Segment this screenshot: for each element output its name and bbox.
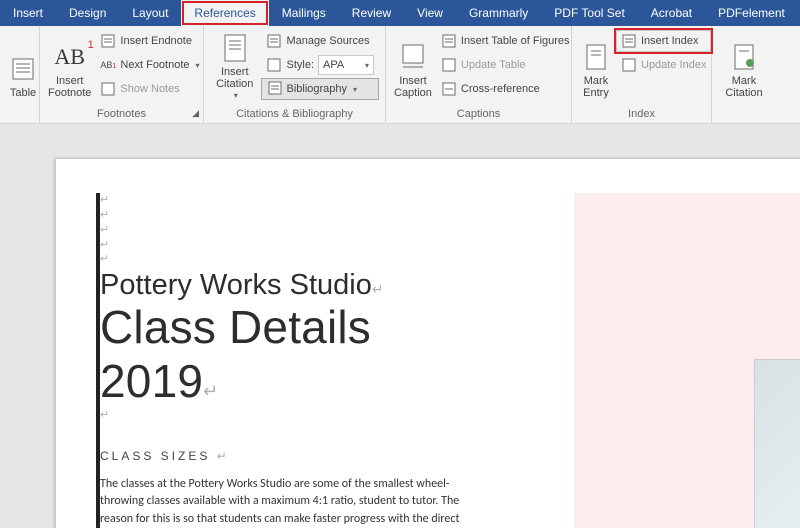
doc-heading-class-sizes: CLASS SIZES ↵ — [100, 449, 490, 464]
tab-review[interactable]: Review — [339, 0, 404, 26]
manage-sources-icon — [266, 33, 282, 49]
insert-endnote-button[interactable]: Insert Endnote — [95, 30, 204, 52]
tab-design[interactable]: Design — [56, 0, 119, 26]
insert-index-label: Insert Index — [641, 35, 698, 47]
group-title-toa — [712, 106, 800, 123]
update-index-button[interactable]: Update Index — [616, 54, 711, 76]
footnote-icon: AB1 — [54, 41, 86, 73]
chevron-down-icon: ▾ — [353, 85, 357, 94]
mark-citation-label: Mark Citation — [725, 75, 762, 100]
doc-title: Class Details 2019↵ — [100, 300, 490, 408]
citation-style-select[interactable]: APA ▾ — [318, 55, 374, 75]
style-icon — [266, 57, 282, 73]
next-footnote-button[interactable]: AB1 Next Footnote ▾ — [95, 54, 204, 76]
manage-sources-button[interactable]: Manage Sources — [261, 30, 379, 52]
group-title-footnotes: Footnotes ◢ — [40, 106, 203, 123]
insert-citation-label: Insert Citation — [216, 66, 253, 91]
mark-citation-icon — [728, 41, 760, 73]
doc-subtitle: Pottery Works Studio↵ — [100, 269, 490, 302]
next-footnote-icon: AB1 — [100, 57, 116, 73]
citation-icon — [219, 32, 251, 64]
insert-caption-button[interactable]: Insert Caption — [392, 30, 434, 100]
tab-acrobat[interactable]: Acrobat — [638, 0, 705, 26]
insert-footnote-button[interactable]: AB1 Insert Footnote — [46, 30, 93, 100]
update-table-of-figures-button[interactable]: Update Table — [436, 54, 575, 76]
chevron-down-icon: ▾ — [365, 61, 369, 70]
chevron-down-icon: ▾ — [234, 91, 238, 100]
show-notes-icon — [100, 81, 116, 97]
tab-mailings[interactable]: Mailings — [269, 0, 339, 26]
bibliography-button[interactable]: Bibliography ▾ — [261, 78, 379, 100]
insert-index-icon — [621, 33, 637, 49]
endnote-icon — [100, 33, 116, 49]
style-label: Style: — [286, 59, 314, 71]
insert-table-of-figures-button[interactable]: Insert Table of Figures — [436, 30, 575, 52]
tab-grammarly[interactable]: Grammarly — [456, 0, 541, 26]
bibliography-label: Bibliography — [286, 83, 347, 95]
insert-index-button[interactable]: Insert Index — [616, 30, 711, 52]
citation-style-row: Style: APA ▾ — [261, 54, 379, 76]
ribbon: Table AB1 Insert Footnote Insert Endnote… — [0, 26, 800, 124]
paragraph-marks-2: ↵ — [100, 408, 490, 423]
update-table-label: Table — [10, 87, 36, 100]
update-table-of-figures-label: Update Table — [461, 59, 526, 71]
insert-citation-button[interactable]: Insert Citation ▾ — [210, 30, 259, 100]
insert-table-of-figures-label: Insert Table of Figures — [461, 35, 570, 47]
show-notes-label: Show Notes — [120, 83, 179, 95]
tab-insert[interactable]: Insert — [0, 0, 56, 26]
bibliography-icon — [268, 81, 282, 98]
footnotes-launcher-icon[interactable]: ◢ — [192, 108, 199, 119]
group-title-toc — [0, 106, 39, 123]
tab-pdf-tool-set[interactable]: PDF Tool Set — [541, 0, 637, 26]
tab-view[interactable]: View — [404, 0, 456, 26]
tab-references[interactable]: References — [181, 0, 268, 26]
chevron-down-icon: ▾ — [196, 61, 200, 70]
mark-entry-icon — [580, 41, 612, 73]
document-area[interactable]: ◆ POTT ↵↵↵↵↵ Pottery Works Studio↵ Class… — [0, 124, 800, 528]
vertical-gutter — [96, 193, 100, 528]
insert-endnote-label: Insert Endnote — [120, 35, 192, 47]
mark-citation-button[interactable]: Mark Citation — [718, 30, 770, 100]
group-title-captions: Captions — [386, 106, 571, 123]
tab-layout[interactable]: Layout — [119, 0, 181, 26]
page: ◆ POTT ↵↵↵↵↵ Pottery Works Studio↵ Class… — [55, 158, 800, 528]
doc-body-text: The classes at the Pottery Works Studio … — [100, 476, 480, 528]
update-index-label: Update Index — [641, 59, 706, 71]
cross-reference-button[interactable]: Cross-reference — [436, 78, 575, 100]
tab-pdfelement[interactable]: PDFelement — [705, 0, 798, 26]
table-of-figures-icon — [441, 33, 457, 49]
caption-icon — [397, 41, 429, 73]
group-title-index: Index — [572, 106, 711, 123]
group-title-citations: Citations & Bibliography — [204, 106, 385, 123]
citation-style-value: APA — [323, 59, 344, 71]
update-table-button[interactable]: Table — [6, 30, 40, 100]
next-footnote-label: Next Footnote — [120, 59, 189, 71]
insert-footnote-label: Insert Footnote — [48, 75, 91, 100]
cross-reference-icon — [441, 81, 457, 97]
mark-entry-label: Mark Entry — [583, 75, 609, 100]
update-index-icon — [621, 57, 637, 73]
table-of-contents-icon — [7, 53, 39, 85]
image-placeholder — [754, 359, 800, 528]
cross-reference-label: Cross-reference — [461, 83, 540, 95]
mark-entry-button[interactable]: Mark Entry — [578, 30, 614, 100]
menu-bar: Insert Design Layout References Mailings… — [0, 0, 800, 26]
manage-sources-label: Manage Sources — [286, 35, 369, 47]
insert-caption-label: Insert Caption — [394, 75, 432, 100]
paragraph-marks: ↵↵↵↵↵ — [100, 193, 490, 267]
update-table-icon — [441, 57, 457, 73]
show-notes-button[interactable]: Show Notes — [95, 78, 204, 100]
